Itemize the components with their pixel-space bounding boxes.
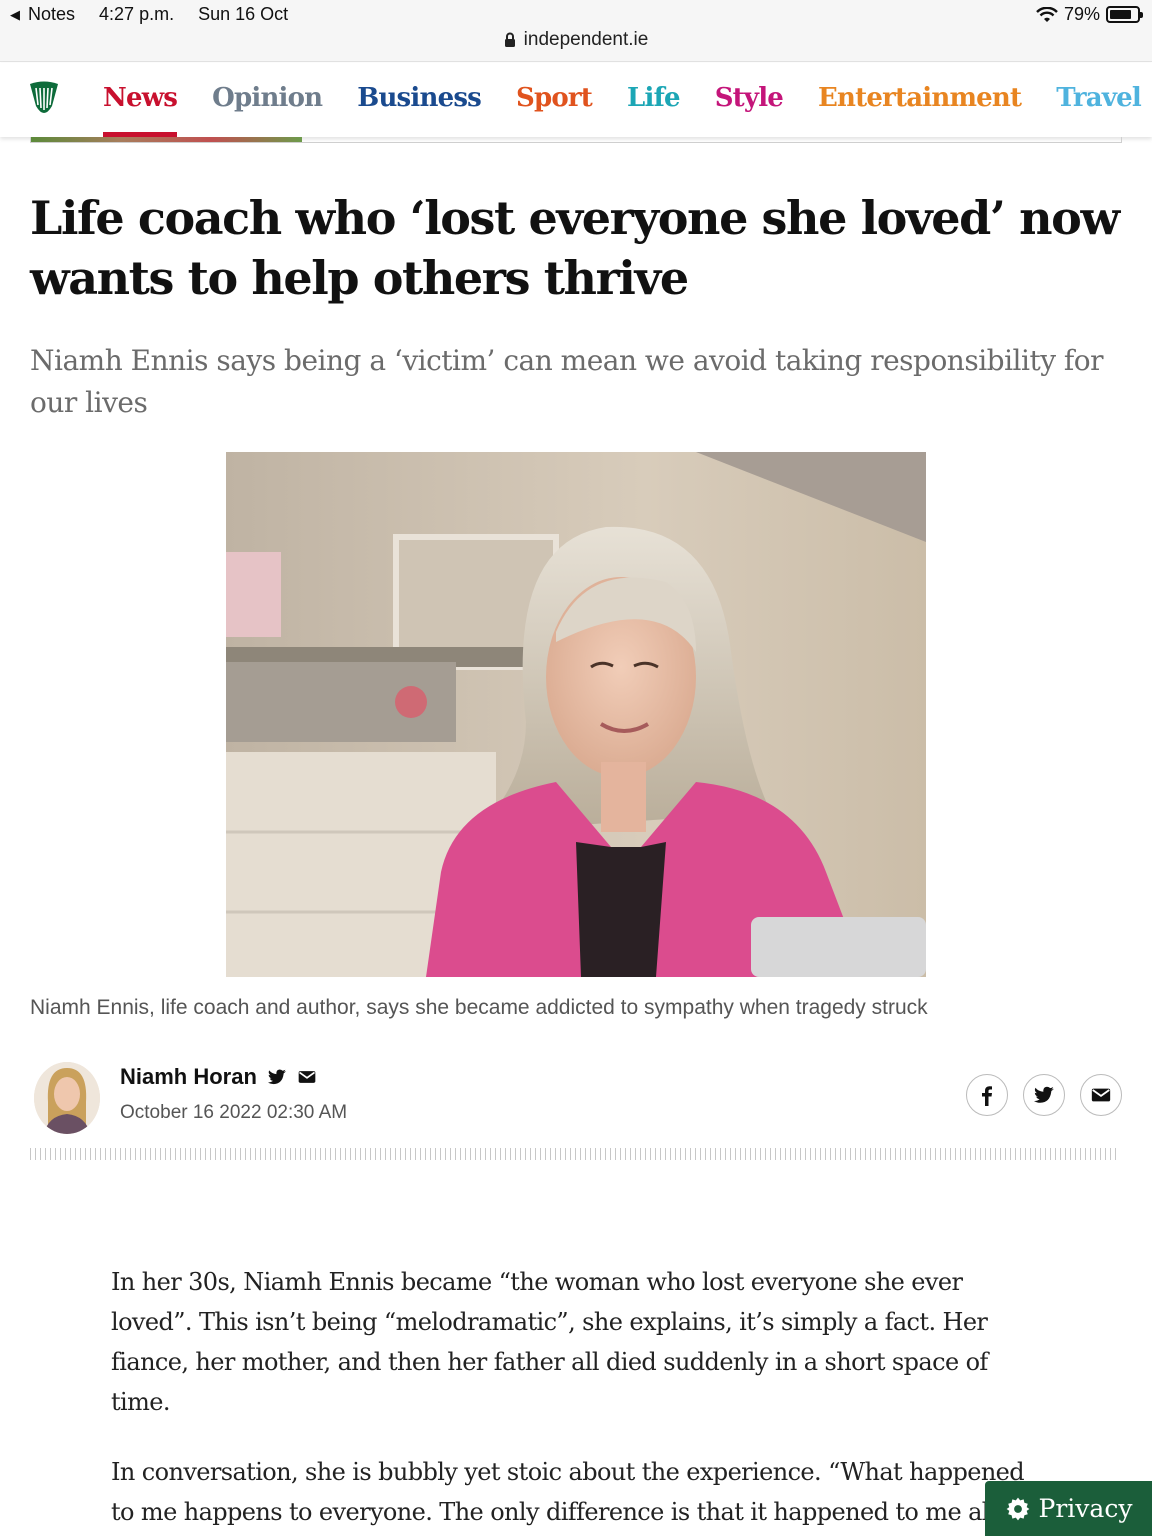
author-twitter-icon[interactable] (267, 1067, 287, 1087)
privacy-button[interactable]: Privacy (985, 1481, 1152, 1536)
author-name[interactable]: Niamh Horan (120, 1064, 257, 1090)
nav-item-entertainment[interactable]: Entertainment (818, 63, 1022, 137)
byline: Niamh Horan October 16 2022 02:30 AM (30, 1060, 1122, 1140)
nav-item-opinion[interactable]: Opinion (212, 63, 323, 137)
url-bar[interactable]: independent.ie (0, 29, 1152, 51)
nav-item-style[interactable]: Style (715, 63, 784, 137)
author-avatar[interactable] (34, 1062, 100, 1134)
battery-icon (1106, 6, 1143, 23)
url-domain: independent.ie (523, 29, 649, 50)
privacy-label: Privacy (1038, 1494, 1133, 1523)
article-photo (226, 452, 926, 977)
site-nav: News Opinion Business Sport Life Style Enterta… (0, 63, 1152, 137)
publish-date: October 16 2022 02:30 AM (120, 1102, 348, 1123)
nav-items: News Opinion Business Sport Life Style Enterta… (103, 63, 1152, 137)
status-date: Sun 16 Oct (198, 4, 289, 24)
lock-icon (504, 32, 515, 47)
email-share-button[interactable] (1080, 1074, 1122, 1116)
promo-strip-image (31, 137, 302, 142)
status-left: ◀ Notes 4:27 p.m. Sun 16 Oct (10, 4, 288, 25)
article-headline: Life coach who ‘lost everyone she loved’… (30, 191, 1120, 305)
author-email-icon[interactable] (297, 1067, 317, 1087)
body-paragraph: In conversation, she is bubbly yet stoic… (111, 1458, 1025, 1526)
twitter-share-button[interactable] (1023, 1074, 1065, 1116)
article-body: In her 30s, Niamh Ennis became “the woma… (111, 1262, 1041, 1536)
back-app-link[interactable]: Notes (28, 4, 75, 25)
status-right: 79% (1036, 4, 1143, 25)
photo-caption: Niamh Ennis, life coach and author, says… (30, 996, 928, 1019)
article-standfirst: Niamh Ennis says being a ‘victim’ can me… (30, 344, 1104, 419)
back-arrow-icon[interactable]: ◀ (10, 7, 20, 23)
share-buttons (966, 1074, 1122, 1116)
gear-icon (1006, 1497, 1029, 1520)
wifi-icon (1036, 6, 1058, 22)
nav-item-travel[interactable]: Travel (1056, 63, 1142, 137)
status-bar: ◀ Notes 4:27 p.m. Sun 16 Oct 79% indepen… (0, 0, 1152, 62)
body-paragraph: In her 30s, Niamh Ennis became “the woma… (111, 1268, 988, 1416)
battery-percent: 79% (1063, 4, 1100, 24)
divider-ruler (30, 1148, 1120, 1160)
nav-item-news[interactable]: News (103, 63, 178, 137)
author-line: Niamh Horan (120, 1064, 317, 1090)
promo-strip (30, 137, 1122, 143)
battery-fill (1110, 10, 1131, 19)
facebook-share-button[interactable] (966, 1074, 1008, 1116)
facebook-icon (982, 1086, 992, 1106)
nav-item-sport[interactable]: Sport (516, 63, 593, 137)
nav-item-life[interactable]: Life (627, 63, 680, 137)
harp-logo[interactable] (28, 80, 60, 120)
email-icon (1091, 1088, 1111, 1102)
nav-item-business[interactable]: Business (357, 63, 482, 137)
twitter-icon (1033, 1086, 1055, 1103)
status-time: 4:27 p.m. (99, 4, 175, 24)
